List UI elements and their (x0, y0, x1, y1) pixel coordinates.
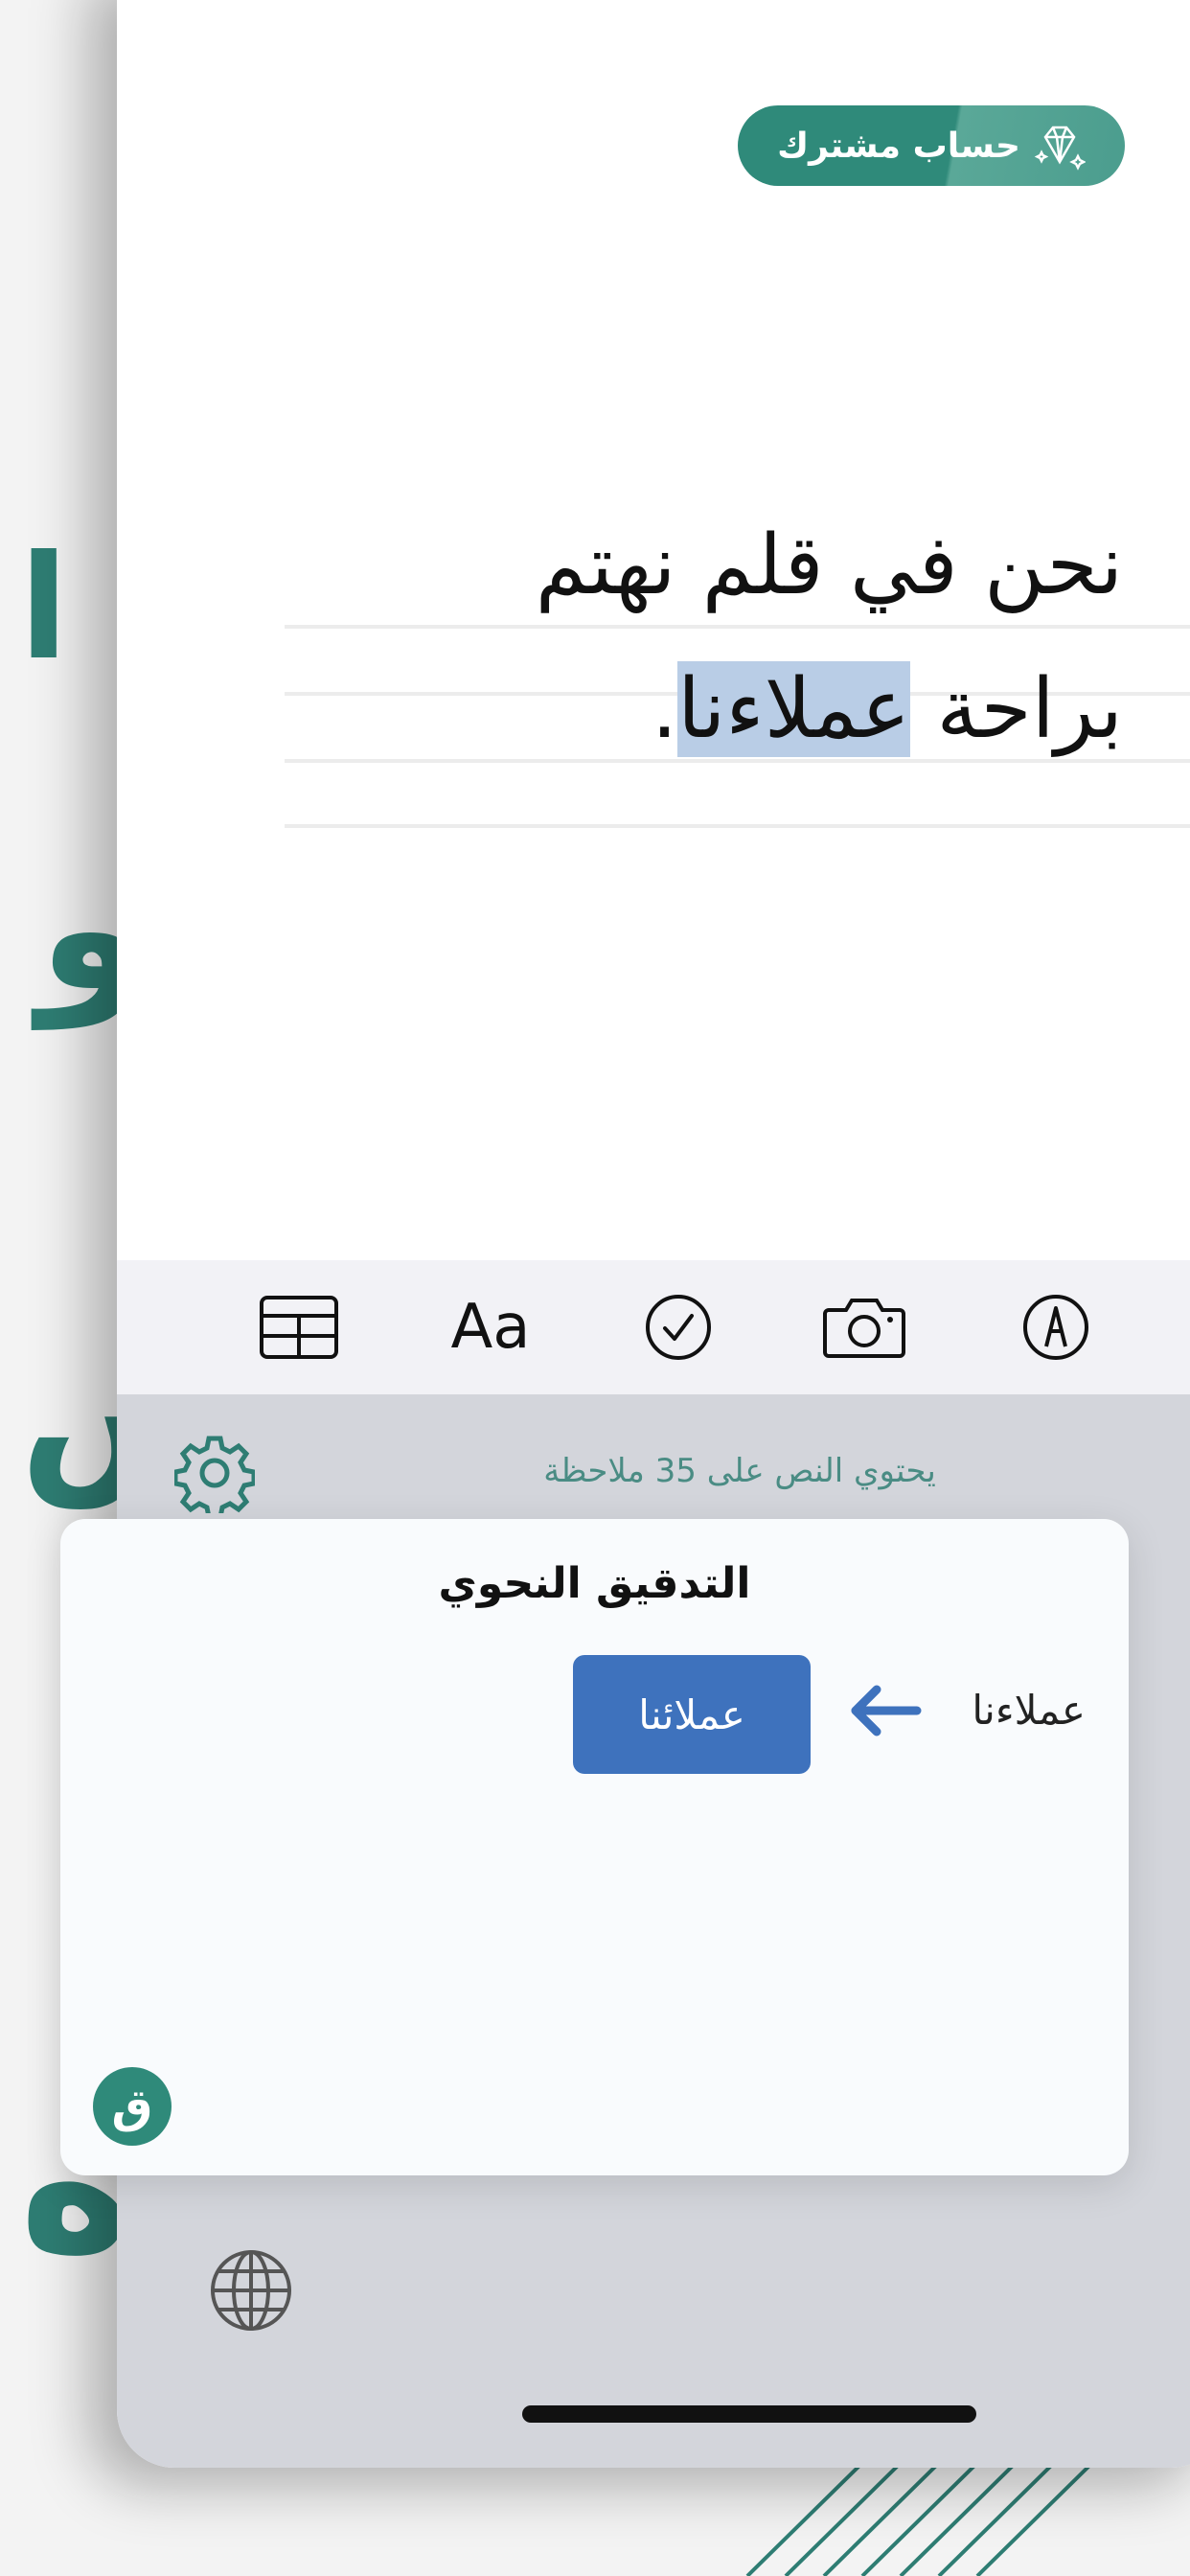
checklist-button[interactable] (630, 1279, 726, 1375)
subscription-badge[interactable]: حساب مشترك (738, 105, 1125, 186)
grammar-card-title: التدقيق النحوي (438, 1559, 751, 1608)
pen-icon (1023, 1295, 1088, 1360)
camera-button[interactable] (816, 1279, 912, 1375)
markup-pen-button[interactable] (1008, 1279, 1104, 1375)
note-text-line-2[interactable]: براحة عملاءنا. (261, 661, 1123, 757)
qalam-logo-letter: ق (111, 2080, 153, 2133)
suggestion-label: عملائنا (638, 1690, 745, 1738)
notes-count-text: يحتوي النص على 35 ملاحظة (543, 1452, 936, 1490)
checkmark-circle-icon (646, 1295, 711, 1360)
note-rule-line (285, 759, 1190, 763)
globe-icon[interactable] (208, 2247, 294, 2334)
suggestion-button[interactable]: عملائنا (573, 1655, 811, 1774)
highlighted-word[interactable]: عملاءنا (677, 661, 911, 757)
settings-gear-icon[interactable] (174, 1433, 255, 1513)
arrow-left-icon (851, 1685, 922, 1736)
note-rule-line (285, 625, 1190, 629)
note-line-2-prefix: براحة (910, 661, 1123, 757)
table-icon (260, 1296, 338, 1359)
note-rule-line (285, 824, 1190, 828)
font-format-icon: Aa (450, 1292, 531, 1363)
bg-letter-alef: ا (19, 525, 69, 692)
grammar-check-card: التدقيق النحوي عملاءنا عملائنا ق (60, 1519, 1129, 2175)
camera-icon (823, 1299, 905, 1358)
font-format-button[interactable]: Aa (443, 1279, 538, 1375)
note-line-1-text: نحن في قلم نهتم (535, 518, 1123, 613)
note-text-line-1[interactable]: نحن في قلم نهتم (261, 518, 1123, 613)
qalam-logo[interactable]: ق (93, 2067, 172, 2146)
decorative-stripes (745, 2463, 1094, 2576)
note-line-2-suffix: . (651, 661, 678, 757)
diamond-icon (1034, 126, 1086, 171)
formatting-toolbar: Aa (117, 1260, 1190, 1394)
table-button[interactable] (251, 1279, 347, 1375)
home-indicator[interactable] (522, 2405, 976, 2423)
original-word: عملاءنا (972, 1687, 1086, 1734)
subscription-badge-label: حساب مشترك (777, 126, 1020, 166)
